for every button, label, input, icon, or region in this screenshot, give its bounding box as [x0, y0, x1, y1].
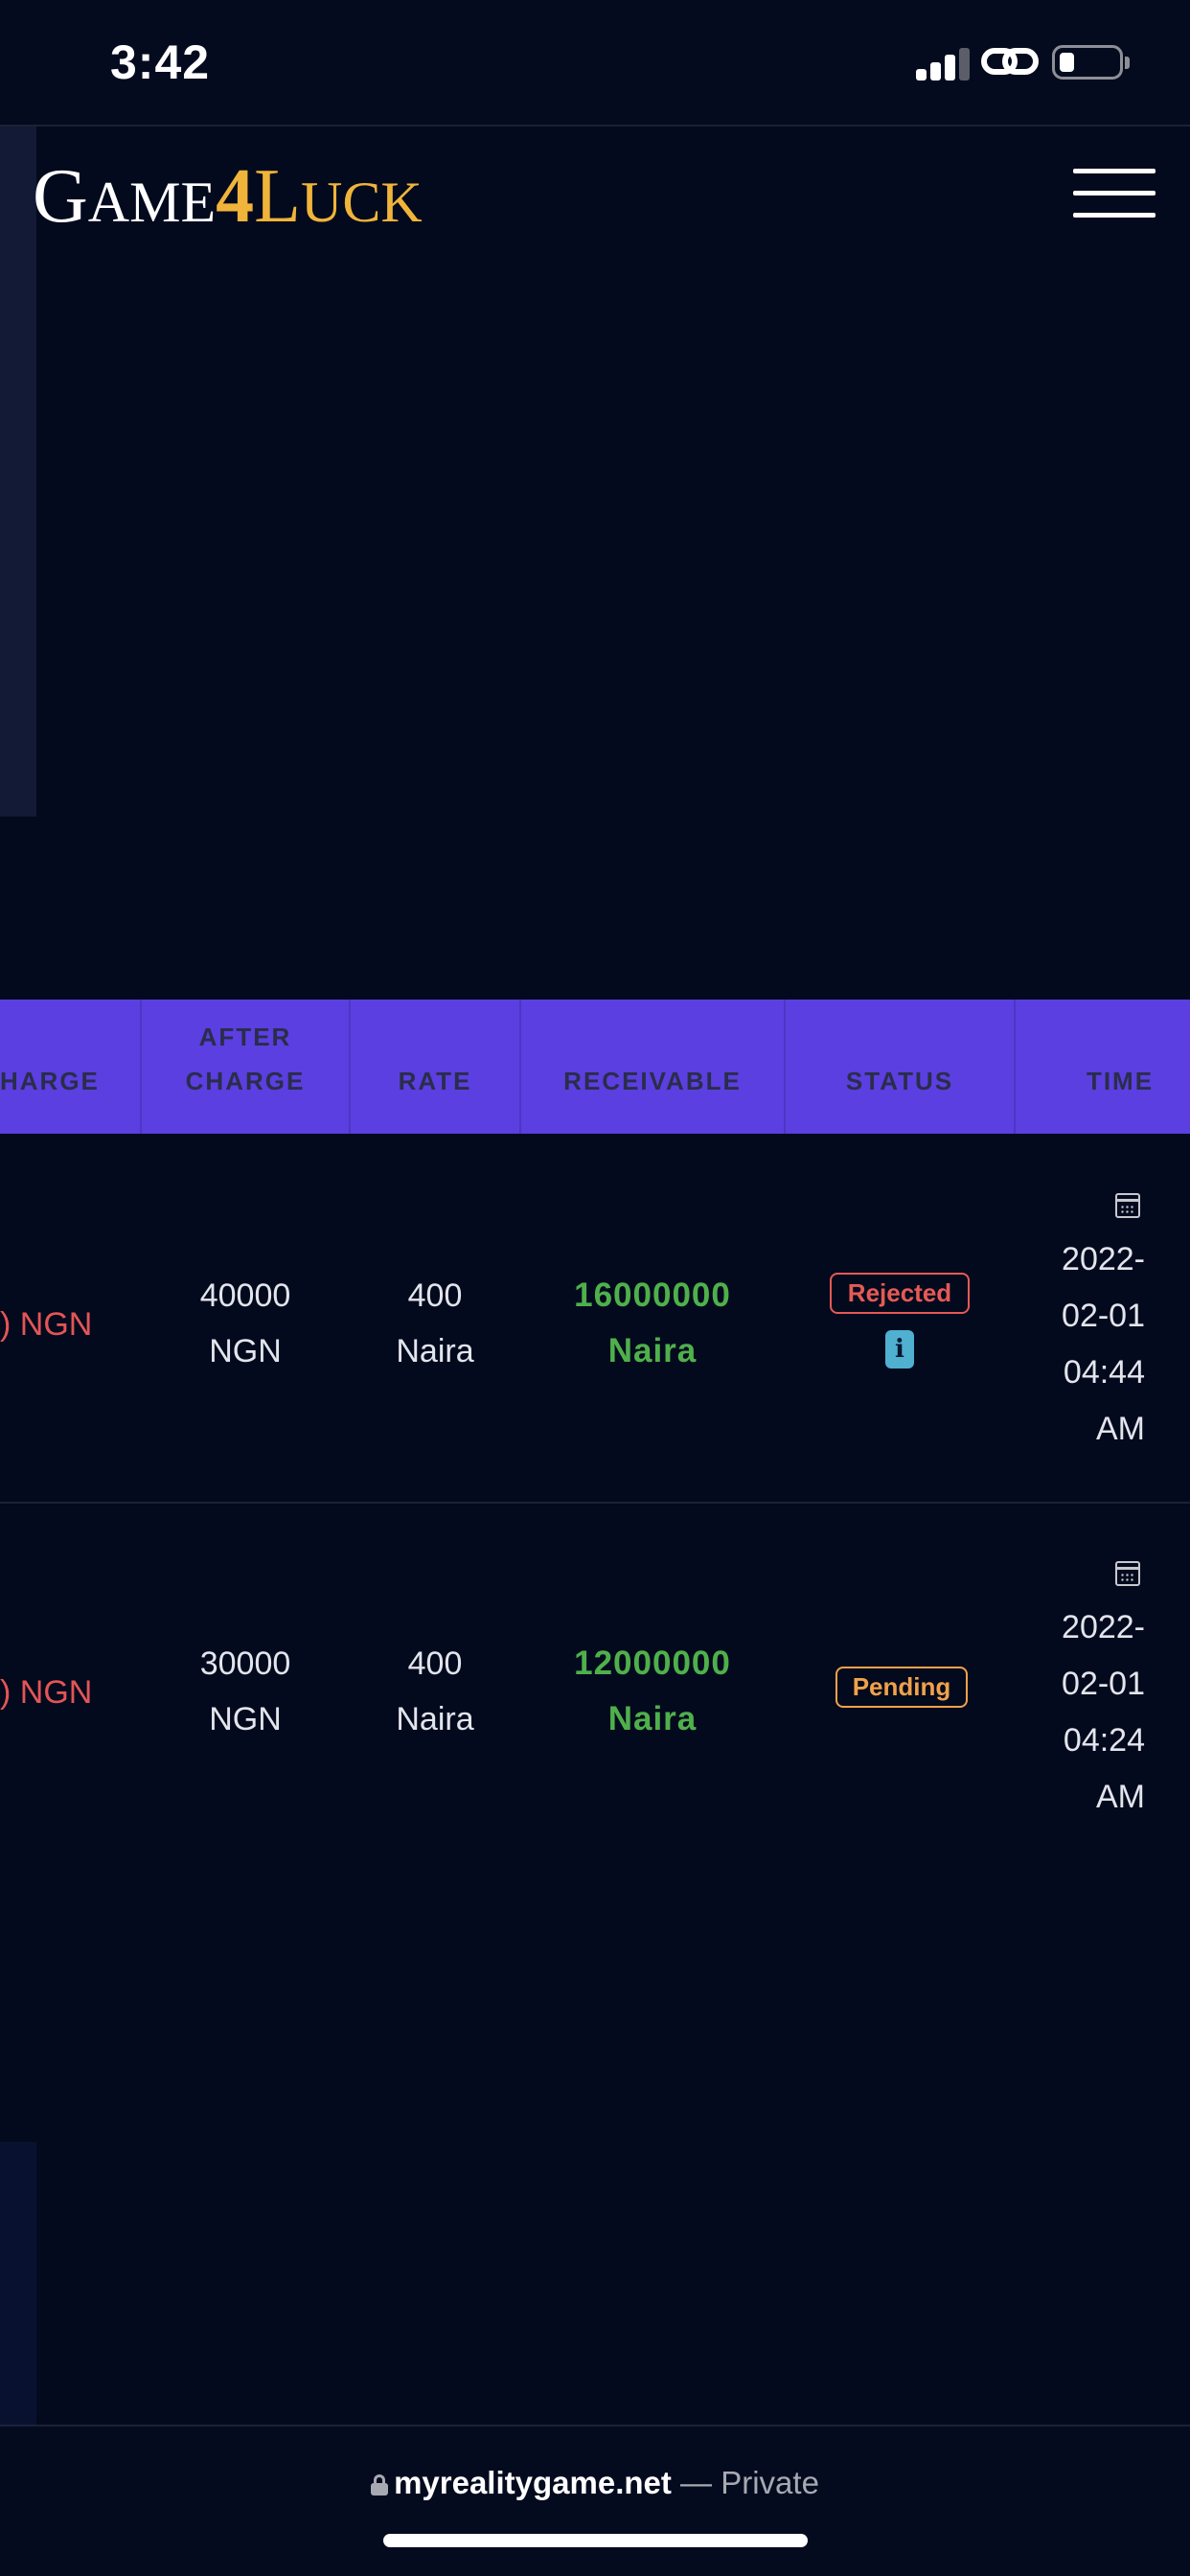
charge-value: ) NGN: [0, 1674, 93, 1711]
column-header-charge: HARGE: [0, 1067, 100, 1095]
table-row: ) NGN 30000 NGN 400 Naira 12000000 Naira…: [0, 1504, 1190, 1872]
info-icon[interactable]: i: [885, 1330, 914, 1368]
receivable-value: 12000000 Naira: [574, 1644, 731, 1737]
rate-value: 400 Naira: [396, 1277, 474, 1369]
column-header-after-charge: AFTER CHARGE: [185, 1023, 306, 1095]
column-header-time: TIME: [1086, 1067, 1155, 1095]
app-screen: 3:42 GAME4LUCK HARGE AFTER CHARGE RATE R…: [0, 0, 1190, 2576]
column-header-status: STATUS: [845, 1067, 954, 1095]
home-indicator[interactable]: [383, 2534, 808, 2547]
calendar-icon: [1115, 1193, 1140, 1218]
battery-icon: [1052, 45, 1123, 80]
site-logo[interactable]: GAME4LUCK: [33, 153, 423, 240]
cellular-signal-icon: [916, 46, 970, 80]
time-value: 2022- 02-01 04:44 AM: [1062, 1241, 1145, 1447]
charge-value: ) NGN: [0, 1306, 93, 1343]
side-panel-edge-lower: [0, 2142, 36, 2425]
calendar-icon: [1115, 1561, 1140, 1586]
side-panel-edge: [0, 126, 36, 816]
column-header-rate: RATE: [398, 1067, 472, 1095]
after-charge-value: 30000 NGN: [199, 1645, 291, 1737]
divider: [0, 125, 1190, 126]
private-mode-label: Private: [721, 2465, 819, 2500]
browser-address-bar[interactable]: myrealitygame.net — Private: [0, 2425, 1190, 2576]
url-separator: —: [671, 2465, 721, 2500]
status-badge-rejected[interactable]: Rejected: [830, 1273, 970, 1314]
after-charge-value: 40000 NGN: [199, 1277, 291, 1369]
status-badge-pending[interactable]: Pending: [835, 1667, 968, 1708]
receivable-value: 16000000 Naira: [574, 1276, 731, 1369]
hamburger-menu-icon[interactable]: [1073, 169, 1156, 218]
table-row: ) NGN 40000 NGN 400 Naira 16000000 Naira…: [0, 1134, 1190, 1502]
status-bar: 3:42: [0, 0, 1190, 125]
link-icon: [981, 48, 1039, 75]
column-header-receivable: RECEIVABLE: [563, 1067, 742, 1095]
status-time: 3:42: [110, 35, 211, 89]
rate-value: 400 Naira: [396, 1645, 474, 1737]
table-header: HARGE AFTER CHARGE RATE RECEIVABLE STATU…: [0, 1000, 1190, 1134]
time-value: 2022- 02-01 04:24 AM: [1062, 1609, 1145, 1815]
battery-cap: [1125, 57, 1130, 69]
lock-icon: [371, 2474, 389, 2496]
url-display[interactable]: myrealitygame.net — Private: [0, 2465, 1190, 2501]
url-domain: myrealitygame.net: [394, 2465, 672, 2500]
